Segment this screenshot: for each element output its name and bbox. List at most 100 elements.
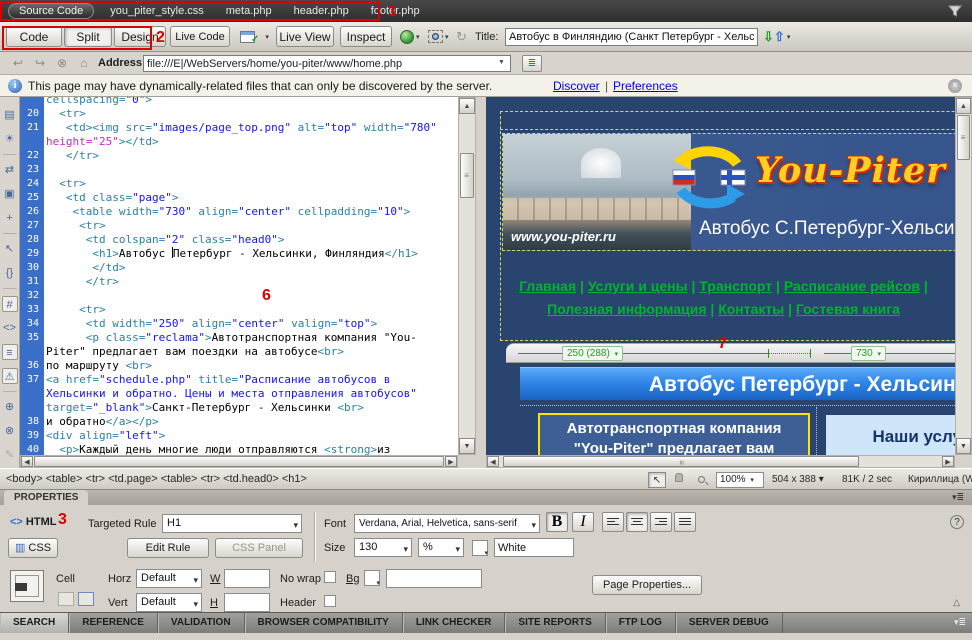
design-nav-link[interactable]: Расписание рейсов xyxy=(784,278,920,294)
code-text[interactable]: <tr> xyxy=(44,107,458,121)
code-scroll-thumb[interactable]: ≡ xyxy=(460,153,474,198)
align-left-button[interactable] xyxy=(602,512,624,532)
size-unit-select[interactable]: % xyxy=(418,538,464,557)
design-nav-link[interactable]: Услуги и цены xyxy=(588,278,688,294)
collapse-selection-icon[interactable]: ▣ xyxy=(2,186,18,202)
size-select[interactable]: 130 xyxy=(354,538,412,557)
no-wrap-checkbox[interactable] xyxy=(324,571,336,583)
filter-related-files-icon[interactable] xyxy=(948,4,962,18)
scroll-right-icon[interactable]: ▶ xyxy=(942,456,954,467)
edit-rule-button[interactable]: Edit Rule xyxy=(127,538,209,558)
align-right-button[interactable] xyxy=(650,512,672,532)
code-text[interactable]: <div align="left"> xyxy=(44,429,458,443)
magnification-select[interactable]: 100% ▾ xyxy=(716,472,764,488)
scroll-down-icon[interactable]: ▼ xyxy=(459,438,475,454)
file-management-buttons[interactable]: ⇩⇧▾ xyxy=(763,27,790,46)
code-view-pane[interactable]: cellspacing="0">20 <tr>21 <td><img src="… xyxy=(20,97,458,455)
select-tool-icon[interactable]: ↖ xyxy=(648,472,666,488)
forward-icon[interactable]: ↪ xyxy=(32,55,48,71)
close-info-bar-icon[interactable]: × xyxy=(948,79,962,93)
scroll-down-icon[interactable]: ▼ xyxy=(956,438,971,454)
code-text[interactable]: <h1>Автобус Петербург - Хельсинки, Финля… xyxy=(44,247,458,261)
home-icon[interactable]: ⌂ xyxy=(76,55,92,71)
code-text[interactable]: </td> xyxy=(44,261,458,275)
design-right-cell[interactable]: Наши услуги xyxy=(826,415,955,455)
design-view-pane[interactable]: www.you-piter.ru You-Piter Автобус С.Пет… xyxy=(486,97,955,455)
css-mode-button[interactable]: ▥ CSS xyxy=(8,538,58,558)
cell-height-input[interactable] xyxy=(224,593,270,612)
help-icon[interactable]: ? xyxy=(950,515,964,529)
properties-tab[interactable]: PROPERTIES xyxy=(4,490,88,505)
color-value-input[interactable] xyxy=(494,538,574,557)
design-h1-heading[interactable]: Автобус Петербург - Хельсинки, Финляндия xyxy=(520,367,955,400)
italic-button[interactable]: I xyxy=(572,512,594,532)
cell-width-input[interactable] xyxy=(224,569,270,588)
stop-icon[interactable]: ⊗ xyxy=(54,55,70,71)
scroll-right-icon[interactable]: ▶ xyxy=(445,456,457,467)
design-hscroll-thumb[interactable]: ≡ xyxy=(503,456,859,467)
check-browser-compatibility-button[interactable]: ✓▾ xyxy=(240,27,269,46)
table-width-menu[interactable]: 730 ▾ xyxy=(851,346,886,361)
font-select[interactable]: Verdana, Arial, Helvetica, sans-serif xyxy=(354,514,540,533)
collapse-full-tag-icon[interactable]: ⇄ xyxy=(2,162,18,178)
select-parent-tag-icon[interactable]: ↖ xyxy=(2,241,18,257)
refresh-design-view-button[interactable]: ↻ xyxy=(456,27,467,46)
format-source-icon[interactable]: ✎ xyxy=(2,447,18,463)
code-text[interactable]: <tr> xyxy=(44,177,458,191)
design-nav-link[interactable]: Контакты xyxy=(718,301,784,317)
code-text[interactable]: <td colspan="2" class="head0"> xyxy=(44,233,458,247)
code-text[interactable] xyxy=(44,289,458,303)
code-text[interactable]: <a href="schedule.php" title="Расписание… xyxy=(44,373,458,415)
syntax-error-alerts-icon[interactable]: ⚠ xyxy=(2,368,18,384)
address-input[interactable] xyxy=(143,55,511,72)
code-navigator-icon[interactable]: ☀ xyxy=(2,131,18,147)
code-horizontal-scrollbar[interactable]: ◀ ▶ xyxy=(20,455,458,468)
text-color-swatch[interactable] xyxy=(472,540,488,556)
zoom-tool-icon[interactable] xyxy=(692,472,710,488)
tag-path[interactable]: <body> <table> <tr> <td.page> <table> <t… xyxy=(6,473,307,485)
dock-tab-server-debug[interactable]: SERVER DEBUG xyxy=(676,613,783,633)
code-hscroll-thumb[interactable] xyxy=(34,456,444,467)
split-cell-icon[interactable] xyxy=(78,592,94,606)
design-scroll-thumb[interactable]: ≡ xyxy=(957,115,970,160)
dock-tab-site-reports[interactable]: SITE REPORTS xyxy=(505,613,605,633)
code-text[interactable]: <td class="page"> xyxy=(44,191,458,205)
title-input[interactable] xyxy=(505,28,758,46)
dock-tab-search[interactable]: SEARCH xyxy=(0,613,69,633)
code-text[interactable]: cellspacing="0"> xyxy=(44,97,458,107)
code-text[interactable]: <table width="730" align="center" cellpa… xyxy=(44,205,458,219)
code-text[interactable]: и обратно</a></p> xyxy=(44,415,458,429)
live-code-button[interactable]: Live Code xyxy=(170,26,230,47)
code-text[interactable]: <td><img src="images/page_top.png" alt="… xyxy=(44,121,458,149)
code-text[interactable]: <p class="reclama">Автотранспортная комп… xyxy=(44,331,458,359)
bold-button[interactable]: B xyxy=(546,512,568,532)
panel-menu-icon[interactable]: ▾≣ xyxy=(952,492,964,503)
column-width-menu[interactable]: 250 (288) ▾ xyxy=(562,346,623,361)
code-text[interactable]: <tr> xyxy=(44,303,458,317)
design-nav-link[interactable]: Транспорт xyxy=(699,278,772,294)
highlight-invalid-code-icon[interactable]: <> xyxy=(2,320,18,336)
horz-align-select[interactable]: Default xyxy=(136,569,202,588)
remove-comment-icon[interactable]: ⊗ xyxy=(2,423,18,439)
word-wrap-icon[interactable]: ≡ xyxy=(2,344,18,360)
code-vertical-scrollbar[interactable]: ▲ ≡ ▼ xyxy=(458,97,476,455)
back-icon[interactable]: ↩ xyxy=(10,55,26,71)
align-center-button[interactable] xyxy=(626,512,648,532)
dock-tab-ftp-log[interactable]: FTP LOG xyxy=(606,613,676,633)
code-text[interactable]: </tr> xyxy=(44,275,458,289)
scroll-up-icon[interactable]: ▲ xyxy=(956,98,971,114)
preview-in-browser-button[interactable]: ▾ xyxy=(400,27,420,46)
page-properties-button[interactable]: Page Properties... xyxy=(592,575,702,595)
code-text[interactable]: <td width="250" align="center" valign="t… xyxy=(44,317,458,331)
code-text[interactable]: <p>Каждый день многие люди отправляются … xyxy=(44,443,458,455)
design-nav-link[interactable]: Главная xyxy=(519,278,576,294)
balance-braces-icon[interactable]: {} xyxy=(2,265,18,281)
code-text[interactable]: по маршруту <br> xyxy=(44,359,458,373)
hand-tool-icon[interactable] xyxy=(670,472,688,488)
line-numbers-icon[interactable]: # xyxy=(2,296,18,312)
window-size-indicator[interactable]: 504 x 388 ▾ xyxy=(772,474,824,485)
scroll-left-icon[interactable]: ◀ xyxy=(21,456,33,467)
open-documents-icon[interactable]: ▤ xyxy=(2,107,18,123)
preferences-link[interactable]: Preferences xyxy=(613,79,678,93)
design-horizontal-scrollbar[interactable]: ◀ ≡ ▶ xyxy=(486,455,955,468)
